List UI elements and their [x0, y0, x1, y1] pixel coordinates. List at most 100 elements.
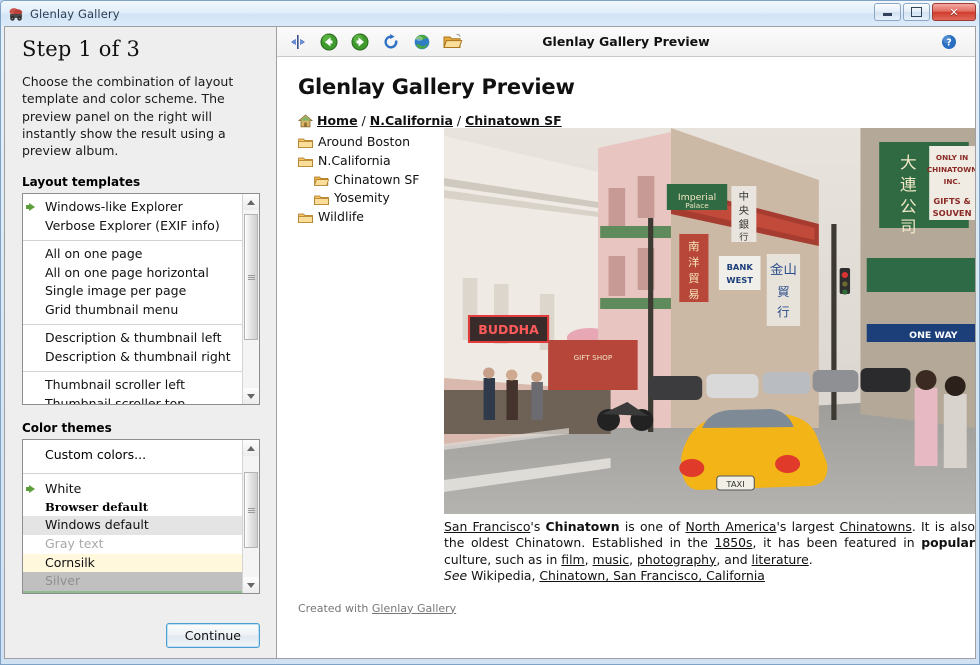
- folder-icon: [298, 155, 313, 167]
- svg-text:中: 中: [739, 190, 749, 203]
- color-theme-item[interactable]: Silver: [23, 572, 242, 591]
- caption-text: is one of: [620, 519, 686, 534]
- footer-prefix: Created with: [298, 602, 372, 615]
- layout-template-item[interactable]: All on one page horizontal: [23, 264, 242, 283]
- help-icon[interactable]: ?: [936, 30, 962, 54]
- caption-link[interactable]: film: [561, 552, 584, 567]
- preview-toolbar: Glenlay Gallery Preview ?: [277, 27, 975, 57]
- svg-text:行: 行: [777, 305, 789, 319]
- minimize-button[interactable]: [874, 3, 901, 21]
- layout-template-item[interactable]: Description & thumbnail right: [23, 348, 242, 367]
- caption-link[interactable]: Chinatowns: [840, 519, 912, 534]
- split-pane-icon[interactable]: [285, 30, 311, 54]
- layout-template-item[interactable]: Single image per page: [23, 282, 242, 301]
- tree-node[interactable]: Around Boston: [298, 133, 438, 152]
- scroll-grip-icon: [248, 274, 255, 281]
- svg-text:WEST: WEST: [726, 275, 753, 285]
- svg-text:?: ?: [946, 37, 952, 48]
- breadcrumb-link[interactable]: Home: [317, 113, 358, 128]
- application-window: Glenlay Gallery ✕ Step 1 of 3 Choose the…: [0, 0, 980, 665]
- caption-link[interactable]: Chinatown, San Francisco, California: [539, 568, 765, 583]
- scroll-down-button[interactable]: [243, 577, 259, 593]
- preview-panel: Glenlay Gallery Preview ? Glenlay Galler…: [276, 26, 976, 659]
- color-themes-list[interactable]: Custom colors... WhiteBrowser defaultWind…: [23, 440, 242, 593]
- maximize-button[interactable]: [903, 3, 930, 21]
- layout-group: Description & thumbnail leftDescription …: [23, 325, 242, 372]
- scroll-up-button[interactable]: [243, 194, 259, 210]
- tree-node[interactable]: Yosemity: [298, 189, 438, 208]
- color-themes-listbox[interactable]: Custom colors... WhiteBrowser defaultWind…: [22, 439, 260, 594]
- layout-template-item[interactable]: Verbose Explorer (EXIF info): [23, 217, 242, 236]
- svg-text:GIFTS &: GIFTS &: [933, 196, 970, 206]
- home-icon: [298, 114, 313, 128]
- color-theme-item[interactable]: Windows default: [23, 516, 242, 535]
- photo-column: Imperial Palace 中 央 銀 行 南 洋: [438, 128, 975, 585]
- layout-templates-list[interactable]: Windows-like ExplorerVerbose Explorer (E…: [23, 194, 242, 404]
- svg-text:SOUVEN: SOUVEN: [933, 208, 972, 218]
- caption-bold: popular: [921, 535, 975, 550]
- caption-text: ,: [629, 552, 637, 567]
- continue-button[interactable]: Continue: [166, 623, 260, 648]
- color-theme-item[interactable]: White: [23, 480, 242, 499]
- tree-node-label: Yosemity: [334, 189, 390, 208]
- layout-scrollbar[interactable]: [242, 194, 259, 404]
- scroll-track[interactable]: [243, 210, 259, 388]
- caption-link[interactable]: 1850s: [715, 535, 753, 550]
- layout-template-item[interactable]: Description & thumbnail left: [23, 329, 242, 348]
- tree-node[interactable]: Chinatown SF: [298, 171, 438, 190]
- themes-scrollbar[interactable]: [242, 440, 259, 593]
- tree-node-label: N.California: [318, 152, 391, 171]
- chevron-down-icon: [247, 394, 255, 399]
- breadcrumb-link[interactable]: N.California: [370, 113, 453, 128]
- minimize-icon: [883, 13, 892, 16]
- layout-template-item[interactable]: Thumbnail scroller left: [23, 376, 242, 395]
- close-button[interactable]: ✕: [932, 3, 976, 21]
- caption-text: , it has been featured in: [753, 535, 922, 550]
- caption-text: .: [809, 552, 813, 567]
- layout-template-item[interactable]: Grid thumbnail menu: [23, 301, 242, 320]
- svg-text:銀: 銀: [739, 218, 749, 231]
- scroll-thumb[interactable]: [244, 214, 258, 340]
- custom-colors-item[interactable]: Custom colors...: [23, 444, 242, 468]
- globe-icon[interactable]: [409, 30, 435, 54]
- caption-link[interactable]: photography: [637, 552, 716, 567]
- custom-colors-group: Custom colors...: [23, 440, 242, 474]
- chevron-up-icon: [247, 446, 255, 451]
- color-theme-item[interactable]: Darkseagreen: [23, 591, 242, 593]
- caption-link[interactable]: North America: [685, 519, 776, 534]
- color-theme-item[interactable]: Browser default: [23, 499, 242, 516]
- title-bar: Glenlay Gallery ✕: [1, 1, 979, 26]
- svg-text:央: 央: [739, 204, 749, 217]
- color-theme-item[interactable]: Cornsilk: [23, 554, 242, 573]
- svg-text:大: 大: [900, 153, 917, 172]
- scroll-thumb[interactable]: [244, 472, 258, 548]
- scroll-up-button[interactable]: [243, 440, 259, 456]
- caption-link[interactable]: San Francisco: [444, 519, 530, 534]
- tree-node[interactable]: Wildlife: [298, 208, 438, 227]
- layout-templates-listbox[interactable]: Windows-like ExplorerVerbose Explorer (E…: [22, 193, 260, 405]
- breadcrumb-link[interactable]: Chinatown SF: [465, 113, 562, 128]
- color-theme-item[interactable]: Gray text: [23, 535, 242, 554]
- svg-text:洋: 洋: [688, 255, 699, 269]
- forward-arrow-icon[interactable]: [347, 30, 373, 54]
- footer-link[interactable]: Glenlay Gallery: [372, 602, 456, 615]
- refresh-icon[interactable]: [378, 30, 404, 54]
- preview-footer: Created with Glenlay Gallery: [277, 585, 975, 615]
- caption-text: Wikipedia,: [467, 568, 539, 583]
- layout-template-item[interactable]: All on one page: [23, 245, 242, 264]
- caption-link[interactable]: music: [593, 552, 630, 567]
- tree-node[interactable]: N.California: [298, 152, 438, 171]
- scroll-down-button[interactable]: [243, 388, 259, 404]
- open-folder-icon[interactable]: [440, 30, 466, 54]
- folder-tree: Around BostonN.CaliforniaChinatown SFYos…: [298, 128, 438, 227]
- wizard-actions: Continue: [5, 623, 276, 658]
- breadcrumb-separator: /: [453, 113, 465, 128]
- layout-template-item[interactable]: Windows-like Explorer: [23, 198, 242, 217]
- layout-template-item[interactable]: Thumbnail scroller top: [23, 395, 242, 405]
- scroll-track[interactable]: [243, 456, 259, 577]
- color-theme-group: WhiteBrowser defaultWindows defaultGray …: [23, 474, 242, 593]
- svg-text:TAXI: TAXI: [725, 479, 744, 489]
- svg-text:GIFT SHOP: GIFT SHOP: [574, 353, 613, 362]
- caption-link[interactable]: literature: [752, 552, 809, 567]
- back-arrow-icon[interactable]: [316, 30, 342, 54]
